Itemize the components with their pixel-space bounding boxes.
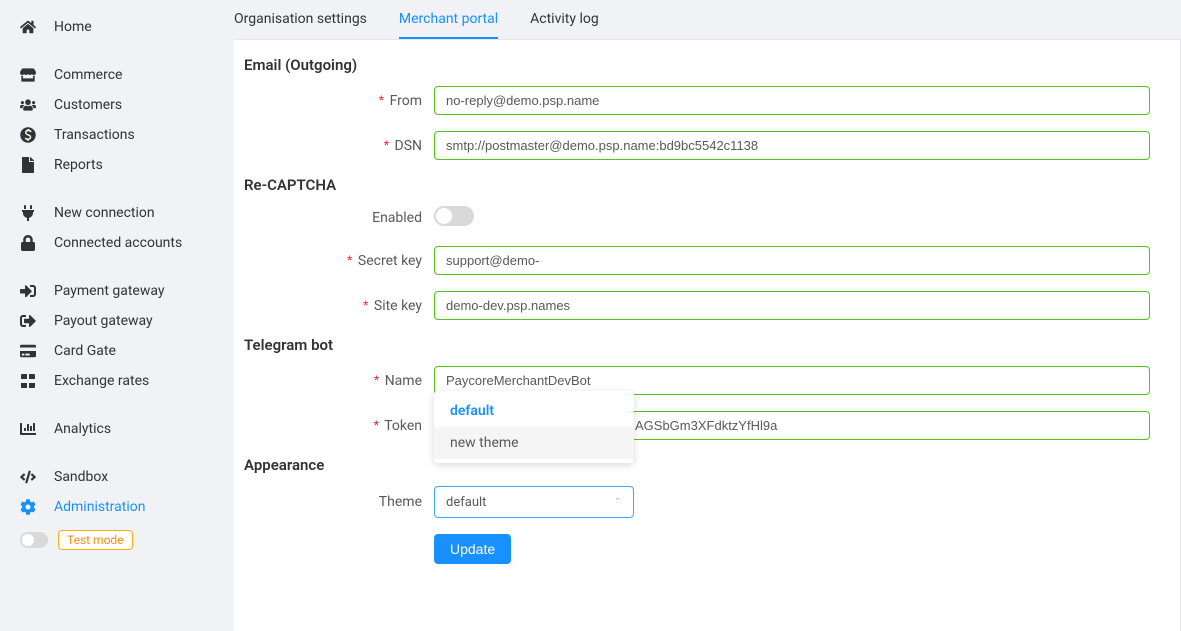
store-icon: [20, 67, 40, 83]
sidebar-item-label: Payment gateway: [54, 283, 165, 299]
section-email-title: Email (Outgoing): [244, 56, 1150, 74]
label-recaptcha-enabled: Enabled: [244, 210, 434, 226]
users-icon: [20, 97, 40, 113]
select-theme-value: default: [446, 495, 486, 510]
sidebar-item-reports[interactable]: Reports: [0, 150, 234, 180]
chart-icon: [20, 421, 40, 437]
section-telegram-title: Telegram bot: [244, 336, 1150, 354]
sidebar-item-transactions[interactable]: Transactions: [0, 120, 234, 150]
toggle-recaptcha-enabled[interactable]: [434, 206, 474, 226]
card-icon: [20, 343, 40, 359]
select-theme[interactable]: default ⌃: [434, 486, 634, 518]
sidebar-item-payment-gateway[interactable]: Payment gateway: [0, 276, 234, 306]
sidebar-item-payout-gateway[interactable]: Payout gateway: [0, 306, 234, 336]
dollar-icon: [20, 127, 40, 143]
main-content: Organisation settings Merchant portal Ac…: [234, 0, 1181, 631]
logout-icon: [20, 313, 40, 329]
sidebar-item-label: Exchange rates: [54, 373, 149, 389]
login-icon: [20, 283, 40, 299]
label-email-from: * From: [244, 92, 434, 109]
label-telegram-name: * Name: [244, 372, 434, 389]
sidebar-item-label: Analytics: [54, 421, 111, 437]
sidebar-item-new-connection[interactable]: New connection: [0, 198, 234, 228]
plug-icon: [20, 205, 40, 221]
sidebar-item-connected-accounts[interactable]: Connected accounts: [0, 228, 234, 258]
test-mode-badge: Test mode: [58, 530, 133, 550]
exchange-icon: [20, 373, 40, 389]
sidebar-item-label: Connected accounts: [54, 235, 182, 251]
sidebar-item-label: New connection: [54, 205, 155, 221]
test-mode-toggle[interactable]: [20, 532, 48, 548]
sidebar-item-label: Customers: [54, 97, 122, 113]
sidebar-item-label: Commerce: [54, 67, 122, 83]
sidebar-item-customers[interactable]: Customers: [0, 90, 234, 120]
tab-activity-log[interactable]: Activity log: [530, 11, 599, 39]
label-recaptcha-secret: * Secret key: [244, 252, 434, 269]
sidebar-item-home[interactable]: Home: [0, 12, 234, 42]
label-telegram-token: * Token: [244, 417, 434, 434]
sidebar-item-sandbox[interactable]: Sandbox: [0, 462, 234, 492]
input-recaptcha-site[interactable]: [434, 291, 1150, 320]
sidebar-item-label: Home: [54, 19, 92, 35]
section-appearance-title: Appearance: [244, 456, 1150, 474]
label-email-dsn: * DSN: [244, 137, 434, 154]
theme-dropdown: default new theme: [434, 391, 634, 463]
sidebar-item-label: Payout gateway: [54, 313, 153, 329]
sidebar-item-label: Administration: [54, 499, 145, 515]
chevron-down-icon: ⌃: [614, 497, 622, 508]
sidebar-item-label: Card Gate: [54, 343, 116, 359]
label-recaptcha-site: * Site key: [244, 297, 434, 314]
tab-merchant-portal[interactable]: Merchant portal: [399, 11, 498, 39]
sidebar-item-administration[interactable]: Administration: [0, 492, 234, 522]
home-icon: [20, 19, 40, 35]
tab-organisation-settings[interactable]: Organisation settings: [234, 11, 367, 39]
sidebar-item-card-gate[interactable]: Card Gate: [0, 336, 234, 366]
code-icon: [20, 469, 40, 485]
label-theme: Theme: [244, 494, 434, 510]
gear-icon: [20, 499, 40, 515]
tabs: Organisation settings Merchant portal Ac…: [234, 0, 1181, 40]
sidebar-item-analytics[interactable]: Analytics: [0, 414, 234, 444]
dropdown-option-new-theme[interactable]: new theme: [434, 427, 634, 459]
sidebar-item-commerce[interactable]: Commerce: [0, 60, 234, 90]
sidebar-item-exchange-rates[interactable]: Exchange rates: [0, 366, 234, 396]
input-email-from[interactable]: [434, 86, 1150, 115]
sidebar-item-label: Transactions: [54, 127, 135, 143]
lock-icon: [20, 235, 40, 251]
sidebar: Home Commerce Customers Transactions Rep…: [0, 0, 234, 631]
sidebar-item-label: Sandbox: [54, 469, 108, 485]
dropdown-option-default[interactable]: default: [434, 395, 634, 427]
input-email-dsn[interactable]: [434, 131, 1150, 160]
update-button[interactable]: Update: [434, 534, 511, 564]
section-recaptcha-title: Re-CAPTCHA: [244, 176, 1150, 194]
sidebar-item-label: Reports: [54, 157, 103, 173]
test-mode-row: Test mode: [0, 522, 234, 558]
file-icon: [20, 157, 40, 173]
input-recaptcha-secret[interactable]: [434, 246, 1150, 275]
